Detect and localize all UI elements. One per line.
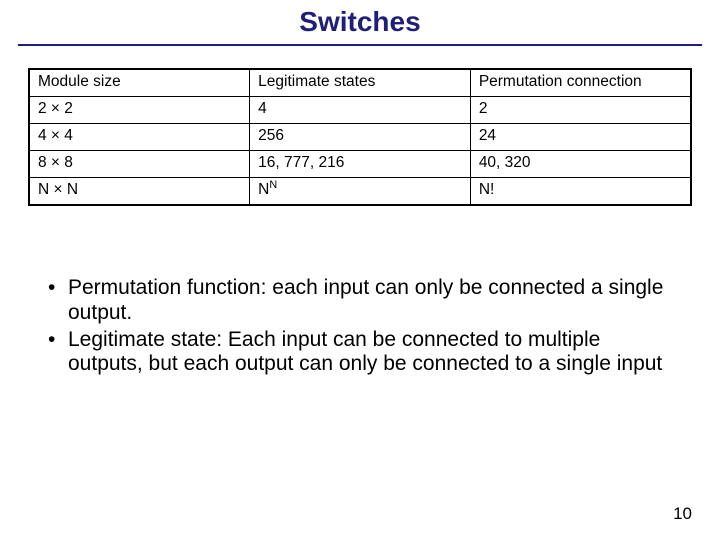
cell-module: 8 × 8 <box>29 151 250 178</box>
title-divider <box>18 44 702 46</box>
col-header-legit: Legitimate states <box>250 69 471 97</box>
col-header-module: Module size <box>29 69 250 97</box>
cell-module: 2 × 2 <box>29 97 250 124</box>
switches-table-wrap: Module size Legitimate states Permutatio… <box>28 68 692 206</box>
switches-table: Module size Legitimate states Permutatio… <box>28 68 692 206</box>
bullet-list: • Permutation function: each input can o… <box>46 276 680 377</box>
legit-sup: N <box>269 179 277 191</box>
cell-module: N × N <box>29 178 250 206</box>
legit-base: N <box>258 181 269 198</box>
table-row: 2 × 2 4 2 <box>29 97 691 124</box>
col-header-perm: Permutation connection <box>470 69 691 97</box>
cell-legit: 16, 777, 216 <box>250 151 471 178</box>
cell-perm: 24 <box>470 124 691 151</box>
cell-perm: 40, 320 <box>470 151 691 178</box>
table-row: N × N NN N! <box>29 178 691 206</box>
table-row: 4 × 4 256 24 <box>29 124 691 151</box>
cell-perm: 2 <box>470 97 691 124</box>
list-item: • Permutation function: each input can o… <box>46 276 680 326</box>
cell-legit: 4 <box>250 97 471 124</box>
page-title: Switches <box>0 0 720 44</box>
cell-perm: N! <box>470 178 691 206</box>
bullet-dot: • <box>46 328 68 353</box>
cell-legit: NN <box>250 178 471 206</box>
table-row: 8 × 8 16, 777, 216 40, 320 <box>29 151 691 178</box>
bullet-text: Permutation function: each input can onl… <box>68 276 680 326</box>
cell-legit: 256 <box>250 124 471 151</box>
bullet-dot: • <box>46 276 68 301</box>
bullet-text: Legitimate state: Each input can be conn… <box>68 328 680 378</box>
table-header-row: Module size Legitimate states Permutatio… <box>29 69 691 97</box>
list-item: • Legitimate state: Each input can be co… <box>46 328 680 378</box>
cell-module: 4 × 4 <box>29 124 250 151</box>
page-number: 10 <box>673 504 692 524</box>
